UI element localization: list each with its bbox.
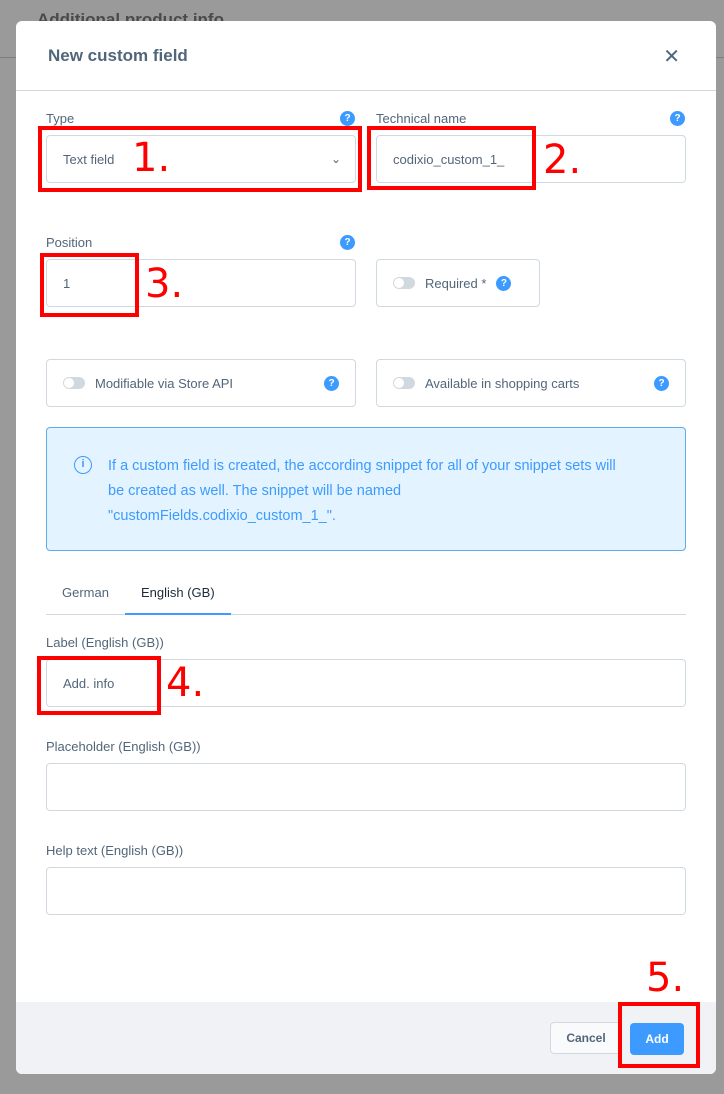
position-label: Position xyxy=(46,235,93,250)
store-api-label: Modifiable via Store API xyxy=(95,375,234,391)
help-icon[interactable]: ? xyxy=(324,375,339,391)
info-alert: i If a custom field is created, the acco… xyxy=(46,427,686,551)
required-label: Required * xyxy=(425,275,487,291)
annotation-number-2: 2. xyxy=(543,137,582,183)
annotation-box-2 xyxy=(367,126,536,190)
help-text-field-label: Help text (English (GB)) xyxy=(46,843,184,858)
modal-title: New custom field xyxy=(48,46,188,65)
annotation-number-1: 1. xyxy=(132,135,171,181)
help-icon[interactable]: ? xyxy=(670,111,685,126)
annotation-box-3 xyxy=(40,253,139,317)
help-icon[interactable]: ? xyxy=(654,375,669,391)
info-text: If a custom field is created, the accord… xyxy=(108,458,616,524)
placeholder-input[interactable] xyxy=(46,763,686,811)
annotation-number-3: 3. xyxy=(145,261,184,307)
shopping-carts-toggle-box: Available in shopping carts ? xyxy=(376,359,686,407)
annotation-number-4: 4. xyxy=(166,660,205,706)
help-icon[interactable]: ? xyxy=(340,235,355,250)
annotation-box-4 xyxy=(37,656,161,715)
language-tabs: German English (GB) xyxy=(46,585,686,615)
help-icon[interactable]: ? xyxy=(496,275,512,291)
modal-footer: Cancel Add xyxy=(16,1002,716,1074)
info-icon: i xyxy=(74,456,92,474)
required-toggle-box: Required * ? xyxy=(376,259,540,307)
tab-english-gb[interactable]: English (GB) xyxy=(124,585,231,615)
annotation-box-1 xyxy=(38,126,362,192)
placeholder-field-label: Placeholder (English (GB)) xyxy=(46,739,201,754)
shopping-carts-label: Available in shopping carts xyxy=(425,375,580,391)
annotation-box-5 xyxy=(618,1002,700,1068)
store-api-toggle-box: Modifiable via Store API ? xyxy=(46,359,356,407)
help-icon[interactable]: ? xyxy=(340,111,355,126)
shopping-carts-toggle[interactable] xyxy=(393,377,415,389)
modal-header: New custom field ✕ xyxy=(16,21,716,91)
help-text-input[interactable] xyxy=(46,867,686,915)
required-toggle[interactable] xyxy=(393,277,415,289)
type-label: Type xyxy=(46,111,75,126)
close-icon[interactable]: ✕ xyxy=(663,44,680,69)
annotation-number-5: 5. xyxy=(646,955,685,1001)
store-api-toggle[interactable] xyxy=(63,377,85,389)
tab-german[interactable]: German xyxy=(46,585,125,614)
label-field-label: Label (English (GB)) xyxy=(46,635,164,650)
technical-name-label: Technical name xyxy=(376,111,467,126)
cancel-button[interactable]: Cancel xyxy=(550,1022,622,1054)
